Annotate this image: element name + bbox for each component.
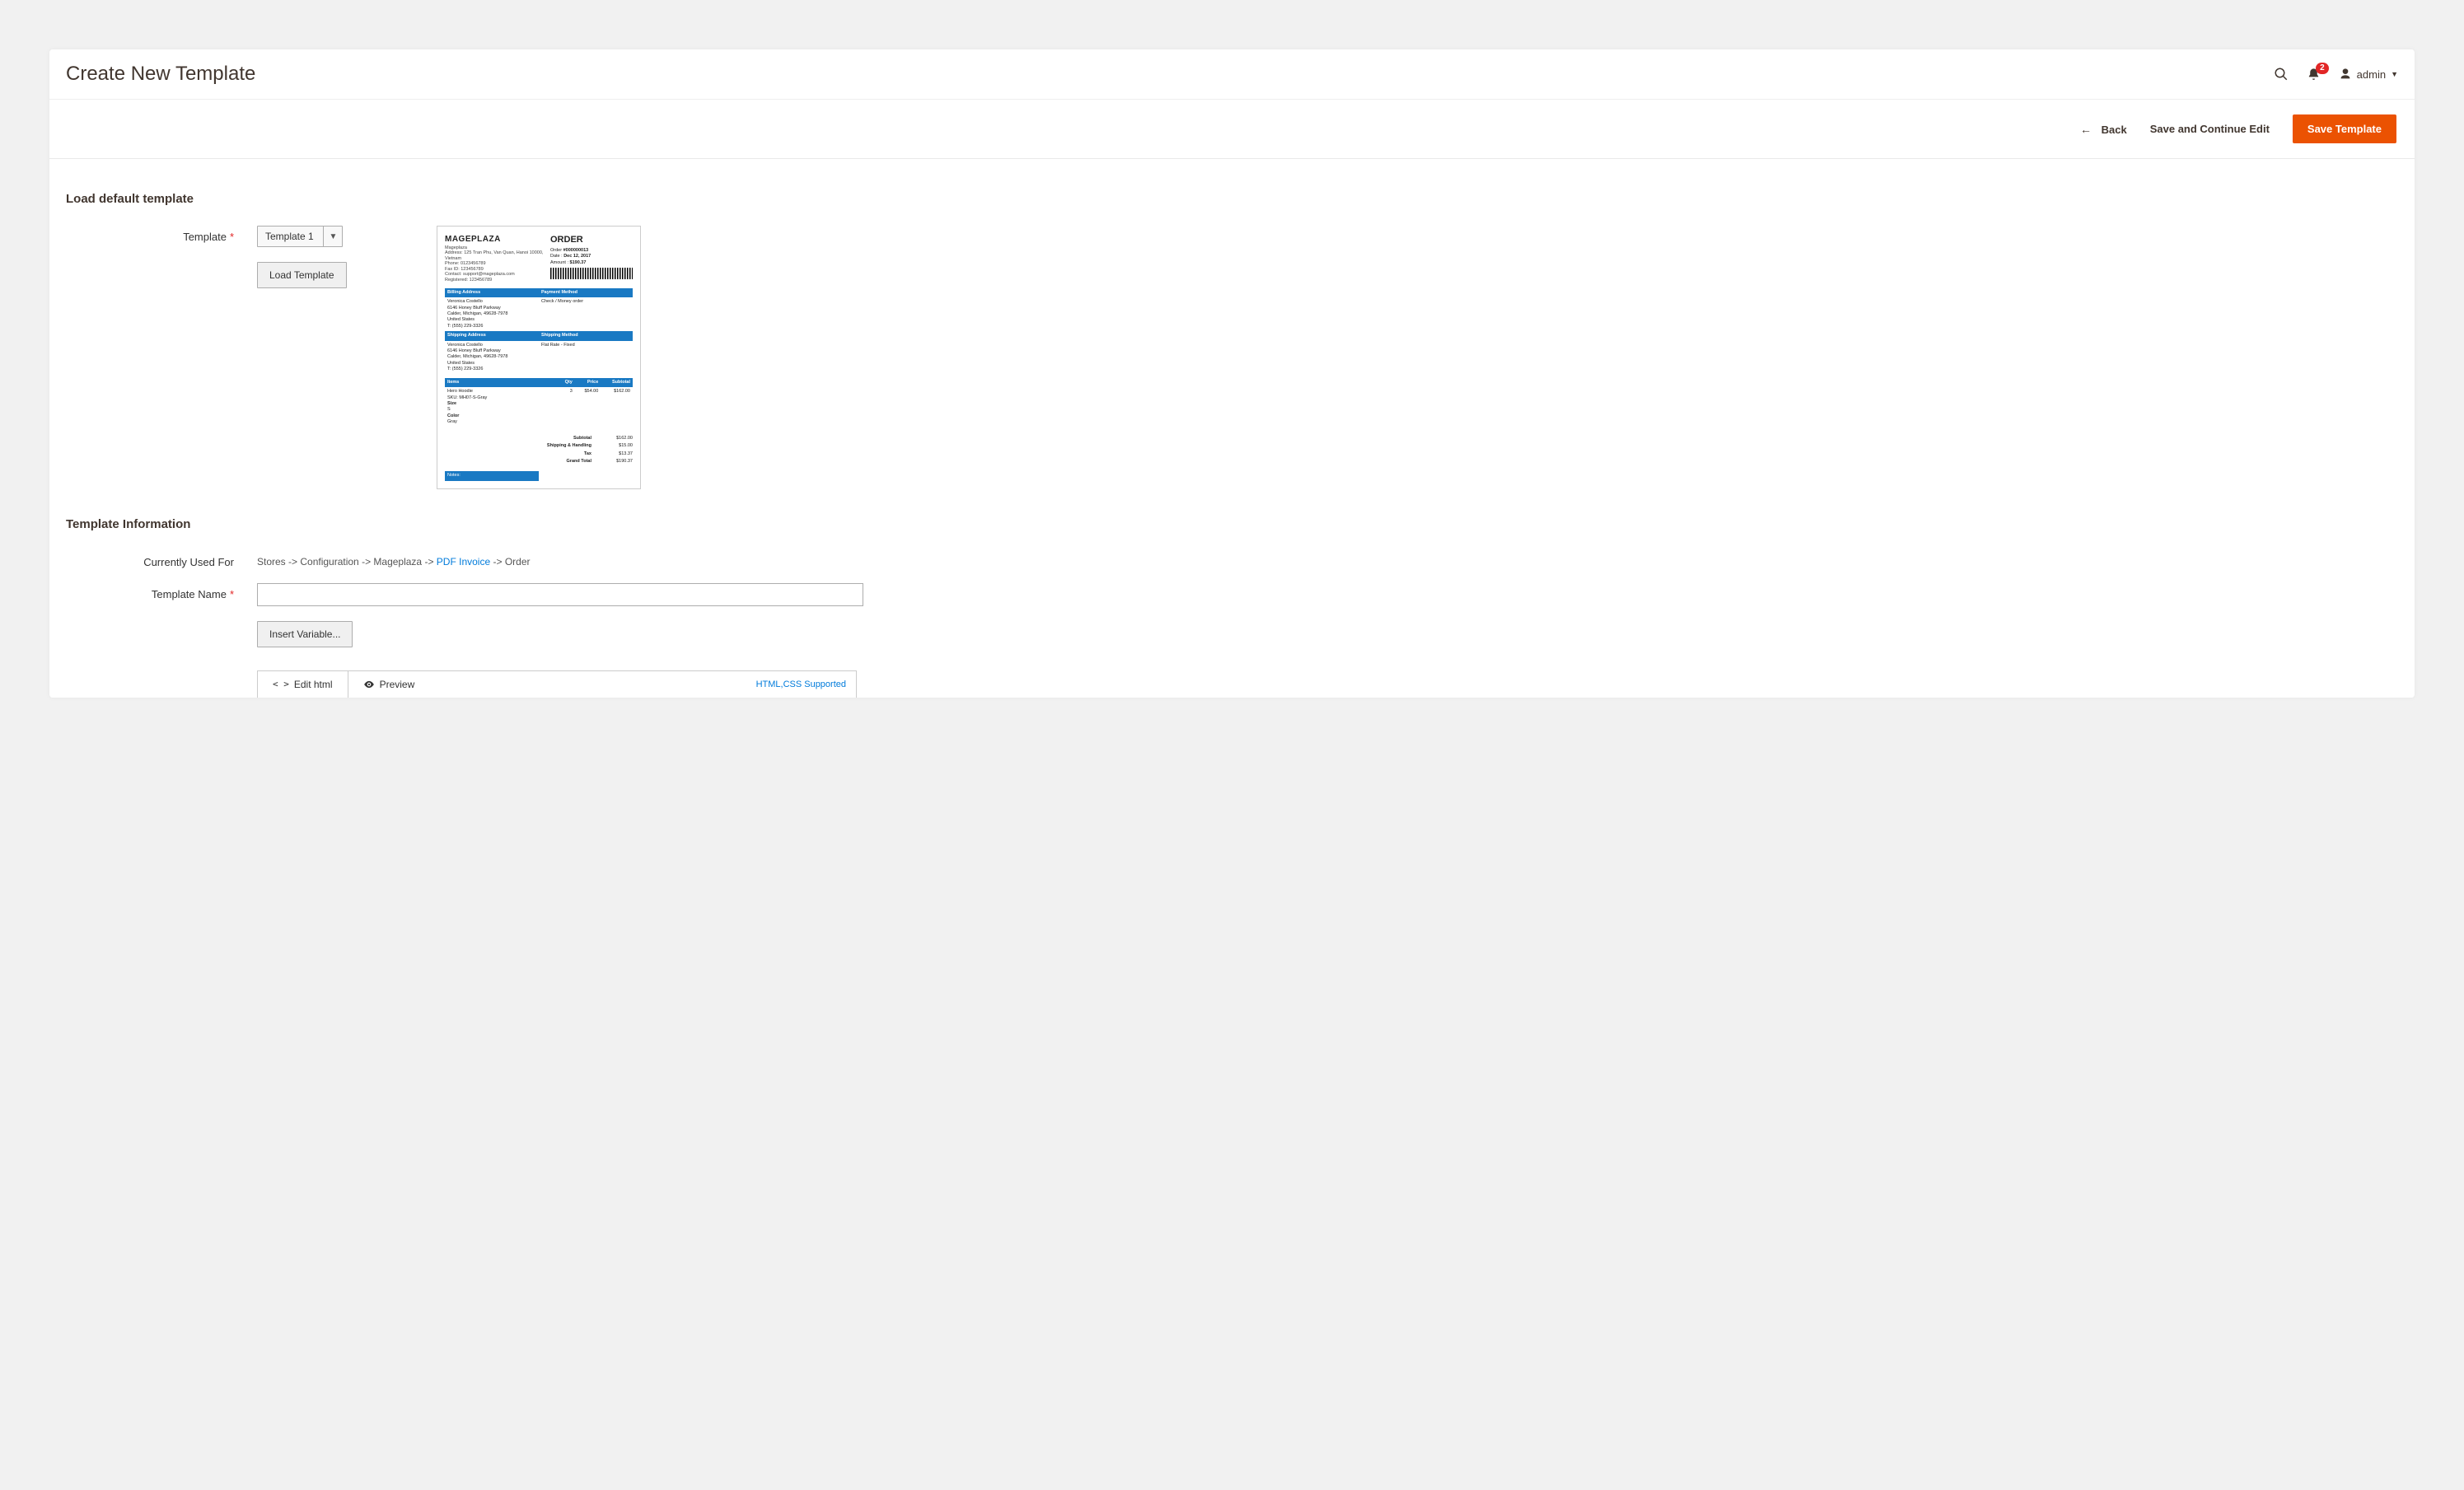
edit-html-tab[interactable]: < > Edit html	[258, 671, 348, 698]
currently-used-for-label: Currently Used For	[66, 551, 257, 568]
username: admin	[2357, 68, 2386, 81]
arrow-left-icon: ←	[2080, 123, 2092, 136]
barcode	[550, 268, 633, 279]
preview-tab[interactable]: Preview	[348, 671, 430, 698]
template-name-label: Template Name*	[66, 583, 257, 600]
code-icon: < >	[273, 679, 289, 689]
form-body: Load default template Template* Template…	[49, 159, 2415, 698]
user-menu[interactable]: admin ▼	[2339, 68, 2398, 81]
eye-icon	[363, 679, 375, 690]
search-icon[interactable]	[2274, 67, 2289, 82]
save-template-button[interactable]: Save Template	[2293, 114, 2396, 143]
template-name-input[interactable]	[257, 583, 863, 606]
page-title: Create New Template	[66, 63, 255, 86]
caret-down-icon: ▼	[2391, 70, 2398, 78]
page-header: Create New Template 2 admin ▼	[49, 49, 2415, 100]
user-icon	[2339, 68, 2352, 81]
section-load-default-title: Load default template	[66, 192, 2398, 206]
action-bar: ← Back Save and Continue Edit Save Templ…	[49, 100, 2415, 159]
notification-badge: 2	[2316, 63, 2329, 74]
template-select-label: Template*	[66, 226, 257, 243]
pdf-invoice-link[interactable]: PDF Invoice	[437, 556, 490, 568]
section-template-info-title: Template Information	[66, 517, 2398, 531]
load-template-button[interactable]: Load Template	[257, 262, 347, 288]
insert-variable-button[interactable]: Insert Variable...	[257, 621, 353, 647]
top-right-controls: 2 admin ▼	[2274, 67, 2398, 82]
page-card: Create New Template 2 admin ▼ ← Back Sav…	[49, 49, 2415, 698]
template-select[interactable]: Template 1 ▼	[257, 226, 343, 247]
save-continue-button[interactable]: Save and Continue Edit	[2150, 123, 2270, 135]
notifications-icon[interactable]: 2	[2307, 68, 2321, 82]
template-preview-wrapper: MAGEPLAZA Mageplaza Address: 125 Tran Ph…	[437, 226, 641, 489]
template-select-input[interactable]: Template 1	[257, 226, 343, 247]
html-css-supported-link[interactable]: HTML,CSS Supported	[746, 680, 856, 689]
template-preview: MAGEPLAZA Mageplaza Address: 125 Tran Ph…	[437, 226, 641, 489]
editor-toolbar: < > Edit html Preview HTML,CSS Supported	[257, 670, 857, 698]
breadcrumb: Stores -> Configuration -> Mageplaza -> …	[257, 551, 531, 568]
back-button[interactable]: ← Back	[2080, 123, 2127, 136]
